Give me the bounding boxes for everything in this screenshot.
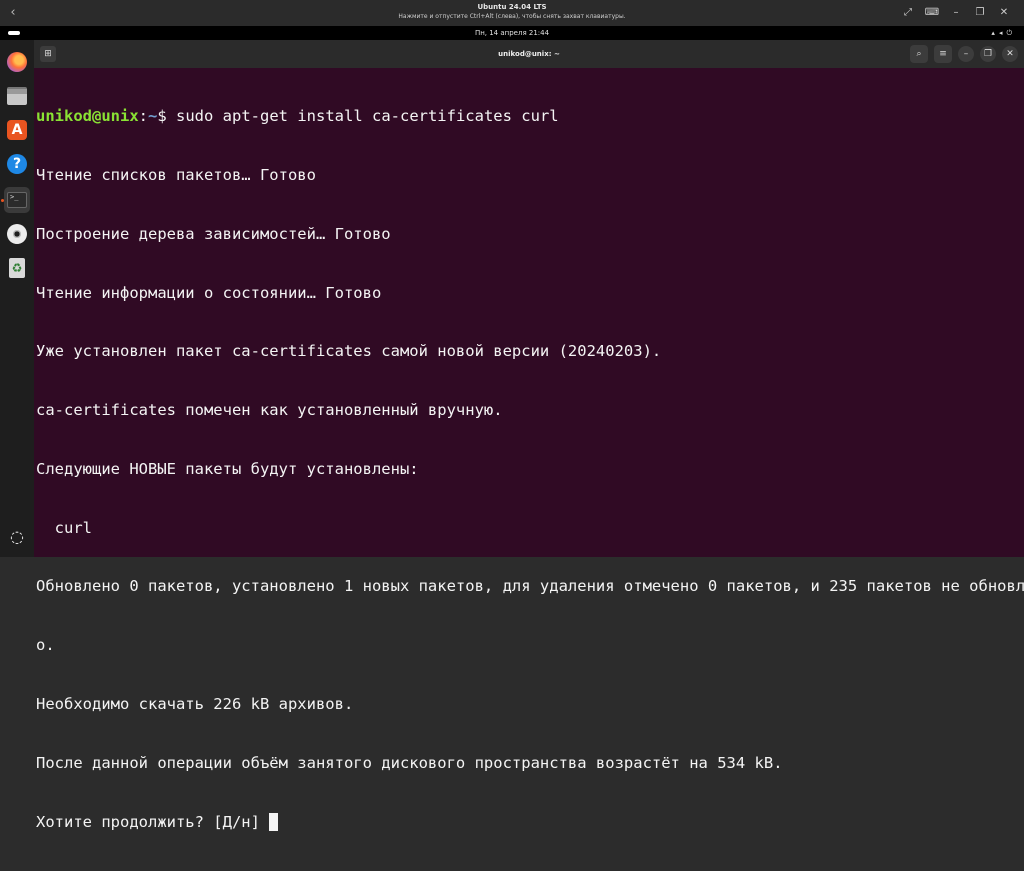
show-apps-icon: ◌	[10, 527, 24, 546]
restore-icon: ❐	[983, 49, 993, 59]
confirm-question: Хотите продолжить? [Д/н]	[36, 812, 270, 831]
keyboard-icon[interactable]: ⌨	[920, 4, 944, 22]
dock-item-app-center[interactable]: A	[4, 117, 30, 143]
terminal-icon: >_	[7, 192, 27, 208]
terminal-output[interactable]: unikod@unix:~$ sudo apt-get install ca-c…	[36, 68, 1024, 871]
terminal-window[interactable]: ⊞ unikod@unix: ~ ⌕ ≡ – ❐ ✕ unikod@unix:~…	[34, 40, 1024, 831]
close-button[interactable]: ✕	[1002, 46, 1018, 62]
output-line: curl	[36, 518, 92, 537]
power-icon: ⏻	[1006, 29, 1016, 37]
maximize-button[interactable]: ❐	[980, 46, 996, 62]
prompt-question-line: Хотите продолжить? [Д/н]	[36, 812, 1020, 833]
dock-item-terminal[interactable]: >_	[4, 187, 30, 213]
search-icon: ⌕	[916, 49, 922, 59]
command-line: unikod@unix:~$ sudo apt-get install ca-c…	[36, 107, 1020, 127]
prompt-path: ~	[148, 107, 158, 126]
folder-icon	[7, 87, 27, 105]
search-button[interactable]: ⌕	[910, 45, 928, 63]
prompt-user: unikod@unix	[36, 107, 139, 126]
vm-title-bar: ‹ Ubuntu 24.04 LTS Нажмите и отпустите C…	[0, 0, 1024, 26]
output-line: Обновлено 0 пакетов, установлено 1 новых…	[36, 577, 1024, 596]
network-icon: ▴	[991, 29, 999, 37]
minimize-icon[interactable]: –	[944, 4, 968, 22]
clock[interactable]: Пн, 14 апреля 21:44	[0, 26, 1024, 40]
vm-capture-hint: Нажмите и отпустите Ctrl+Alt (слева), чт…	[398, 13, 626, 20]
minimize-button[interactable]: –	[958, 46, 974, 62]
text-cursor	[269, 812, 279, 831]
output-line: Следующие НОВЫЕ пакеты будут установлены…	[36, 459, 419, 478]
output-line: После данной операции объём занятого дис…	[36, 753, 783, 772]
trash-icon: ♻	[9, 258, 25, 278]
output-line: Чтение информации о состоянии… Готово	[36, 283, 382, 302]
restore-icon[interactable]: ❐	[968, 4, 992, 22]
prompt-symbol: $	[157, 107, 167, 126]
terminal-title: unikod@unix: ~	[498, 50, 560, 58]
dock-item-files[interactable]	[4, 83, 30, 109]
output-line: о.	[36, 636, 55, 655]
hamburger-menu-icon: ≡	[939, 49, 947, 59]
firefox-icon	[7, 52, 27, 72]
terminal-header-buttons: ⌕ ≡ – ❐ ✕	[910, 45, 1018, 63]
minimize-icon: –	[963, 49, 969, 59]
output-line: Чтение списков пакетов… Готово	[36, 165, 316, 184]
output-line: Необходимо скачать 226 kB архивов.	[36, 695, 354, 713]
output-line: Уже установлен пакет ca-certificates сам…	[36, 342, 662, 361]
dock-item-trash[interactable]: ♻	[4, 255, 30, 281]
system-tray[interactable]: ▴◂⏻	[991, 26, 1016, 40]
dock-item-help[interactable]: ?	[4, 151, 30, 177]
dock-item-disc[interactable]	[4, 221, 30, 247]
help-icon: ?	[7, 154, 27, 174]
app-center-icon: A	[7, 120, 27, 140]
command-text: sudo apt-get install ca-certificates cur…	[166, 107, 559, 126]
menu-button[interactable]: ≡	[934, 45, 952, 63]
fullscreen-icon[interactable]: ⤢	[896, 4, 920, 22]
terminal-header-bar[interactable]: ⊞ unikod@unix: ~ ⌕ ≡ – ❐ ✕	[34, 40, 1024, 68]
prompt-separator: :	[138, 107, 148, 126]
optical-disc-icon	[7, 224, 27, 244]
vm-title: Ubuntu 24.04 LTS	[477, 3, 547, 11]
dock: A ? >_ ♻ ◌	[0, 40, 34, 557]
show-apps-button[interactable]: ◌	[4, 524, 30, 550]
output-line: ca-certificates помечен как установленны…	[36, 401, 503, 420]
vm-window-controls: ⤢ ⌨ – ❐ ✕	[896, 4, 1016, 22]
output-line: Построение дерева зависимостей… Готово	[36, 224, 391, 243]
close-icon: ✕	[1006, 49, 1014, 59]
gnome-top-bar: Пн, 14 апреля 21:44 ▴◂⏻	[0, 26, 1024, 40]
dock-item-firefox[interactable]	[4, 49, 30, 75]
close-icon[interactable]: ✕	[992, 4, 1016, 22]
